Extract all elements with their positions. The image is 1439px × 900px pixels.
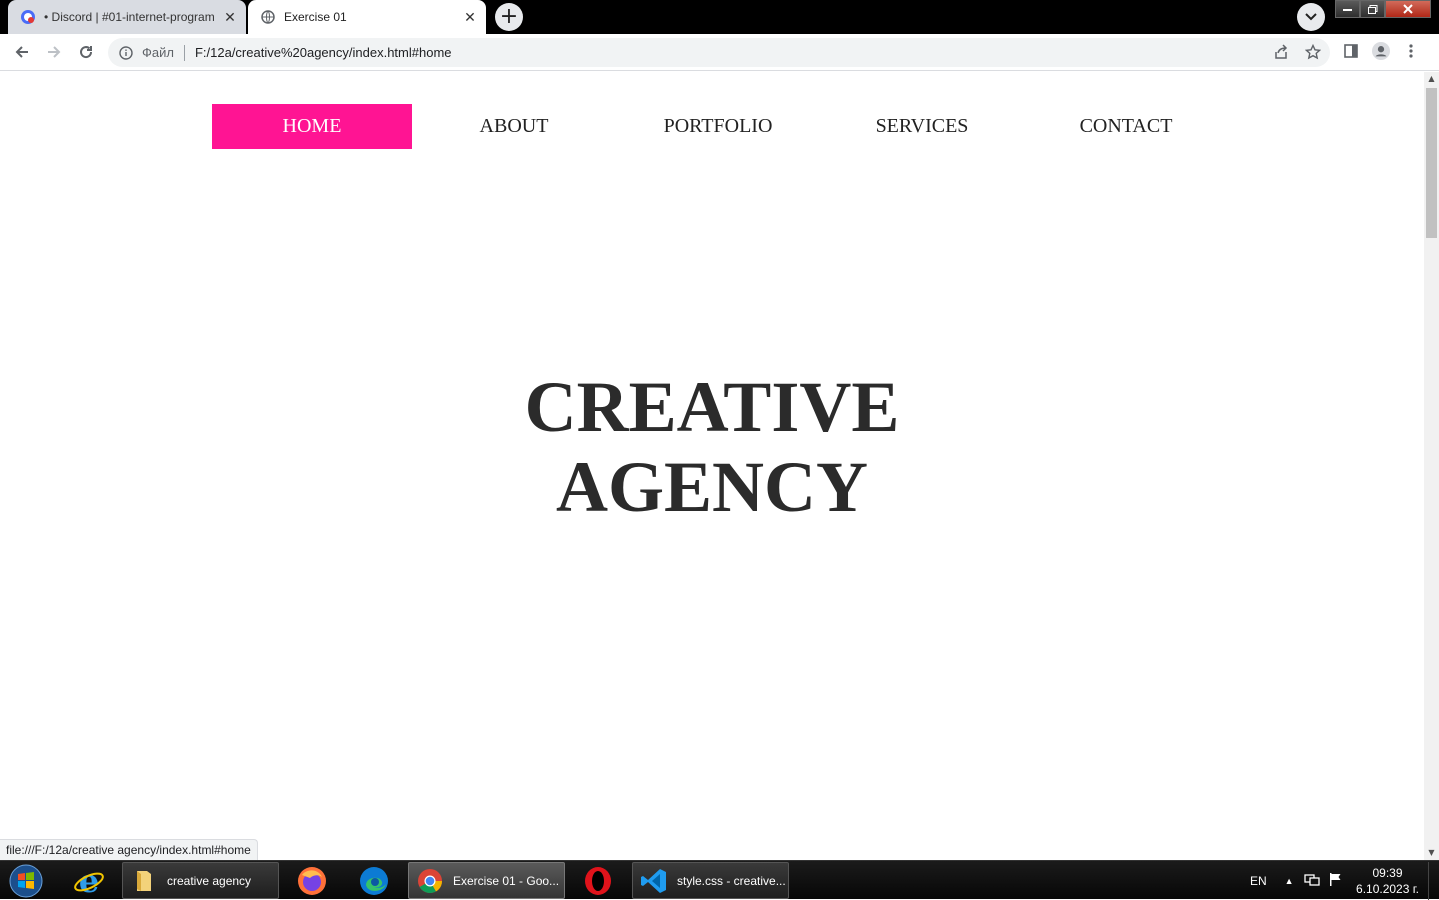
hero-line-2: AGENCY <box>555 447 868 527</box>
forward-button[interactable] <box>42 40 66 64</box>
scroll-thumb[interactable] <box>1426 88 1437 238</box>
folder-icon <box>129 866 159 896</box>
taskbar: e creative agency Exercise 01 - Goo... s… <box>0 860 1439 900</box>
address-scheme: Файл <box>142 45 174 60</box>
scroll-up-icon[interactable]: ▲ <box>1424 72 1439 86</box>
task-vscode[interactable]: style.css - creative... <box>632 862 789 899</box>
nav-home-link[interactable]: HOME <box>212 104 412 149</box>
address-url[interactable]: F:/12a/creative%20agency/index.html#home <box>195 45 452 60</box>
tab-search-button[interactable] <box>1297 3 1325 31</box>
side-panel-icon[interactable] <box>1342 42 1360 60</box>
address-separator <box>183 44 185 61</box>
chrome-icon <box>415 866 445 896</box>
discord-favicon-icon <box>20 9 36 25</box>
tab-title: • Discord | #01-internet-program <box>44 10 215 24</box>
profile-avatar-icon[interactable] <box>1372 42 1390 60</box>
start-button[interactable] <box>6 863 46 899</box>
nav-about-link[interactable]: ABOUT <box>412 104 616 149</box>
restore-icon <box>1367 4 1377 14</box>
back-button[interactable] <box>10 40 34 64</box>
tab-strip: • Discord | #01-internet-program ✕ Exerc… <box>0 0 1439 34</box>
bookmark-star-icon[interactable] <box>1304 43 1322 61</box>
tab-close-icon[interactable]: ✕ <box>462 9 478 25</box>
tab-close-icon[interactable]: ✕ <box>222 9 238 25</box>
system-tray: EN ▲ <box>1240 862 1344 899</box>
new-tab-button[interactable]: + <box>495 3 523 31</box>
show-desktop-button[interactable] <box>1428 862 1439 900</box>
network-icon[interactable] <box>1303 872 1320 889</box>
ie-icon[interactable]: e <box>72 862 106 899</box>
reload-button[interactable] <box>74 40 98 64</box>
hero-line-1: CREATIVE <box>524 367 900 447</box>
kebab-menu-icon[interactable] <box>1402 42 1420 60</box>
nav-services-link[interactable]: SERVICES <box>820 104 1024 149</box>
nav-portfolio-link[interactable]: PORTFOLIO <box>616 104 820 149</box>
address-bar[interactable]: Файл F:/12a/creative%20agency/index.html… <box>108 38 1330 67</box>
tab-discord[interactable]: • Discord | #01-internet-program ✕ <box>8 0 246 34</box>
minimize-icon <box>1343 8 1352 11</box>
firefox-icon[interactable] <box>296 862 328 899</box>
minimize-button[interactable] <box>1335 0 1360 18</box>
opera-icon[interactable] <box>582 862 614 899</box>
globe-icon <box>260 9 276 25</box>
svg-text:e: e <box>79 864 99 898</box>
clock-date: 6.10.2023 г. <box>1356 882 1419 896</box>
action-center-flag-icon[interactable] <box>1328 872 1344 889</box>
info-icon[interactable] <box>118 45 134 61</box>
site-nav: HOME ABOUT PORTFOLIO SERVICES CONTACT <box>212 104 1228 149</box>
taskbar-clock[interactable]: 09:39 6.10.2023 г. <box>1350 865 1425 897</box>
scroll-down-icon[interactable]: ▼ <box>1424 846 1439 860</box>
vscode-icon <box>639 866 669 896</box>
task-label: Exercise 01 - Goo... <box>453 873 560 888</box>
status-url-bubble: file:///F:/12a/creative agency/index.htm… <box>0 839 258 860</box>
arrow-left-icon <box>15 46 28 58</box>
close-window-button[interactable] <box>1385 0 1431 18</box>
task-label: style.css - creative... <box>677 873 786 888</box>
tab-title: Exercise 01 <box>284 10 347 24</box>
task-chrome[interactable]: Exercise 01 - Goo... <box>408 862 565 899</box>
restore-button[interactable] <box>1360 0 1385 18</box>
clock-time: 09:39 <box>1372 866 1403 880</box>
task-label: creative agency <box>167 873 252 888</box>
nav-contact-link[interactable]: CONTACT <box>1024 104 1228 149</box>
windows-logo-icon <box>9 864 43 898</box>
language-indicator[interactable]: EN <box>1250 874 1267 888</box>
task-creative-agency[interactable]: creative agency <box>122 862 279 899</box>
tab-exercise[interactable]: Exercise 01 ✕ <box>248 0 486 34</box>
vertical-scrollbar[interactable]: ▲ ▼ <box>1424 72 1439 860</box>
edge-icon[interactable] <box>358 862 390 899</box>
browser-toolbar: Файл F:/12a/creative%20agency/index.html… <box>0 34 1439 71</box>
chevron-down-icon <box>1305 13 1317 21</box>
window-controls <box>1335 0 1435 18</box>
hero-heading: CREATIVE AGENCY <box>412 367 1012 527</box>
share-icon[interactable] <box>1272 43 1290 61</box>
page-viewport: HOME ABOUT PORTFOLIO SERVICES CONTACT CR… <box>0 72 1424 860</box>
close-icon <box>1403 4 1413 14</box>
tray-expand-icon[interactable]: ▲ <box>1285 876 1294 886</box>
reload-icon <box>80 46 93 59</box>
arrow-right-icon <box>48 46 61 58</box>
